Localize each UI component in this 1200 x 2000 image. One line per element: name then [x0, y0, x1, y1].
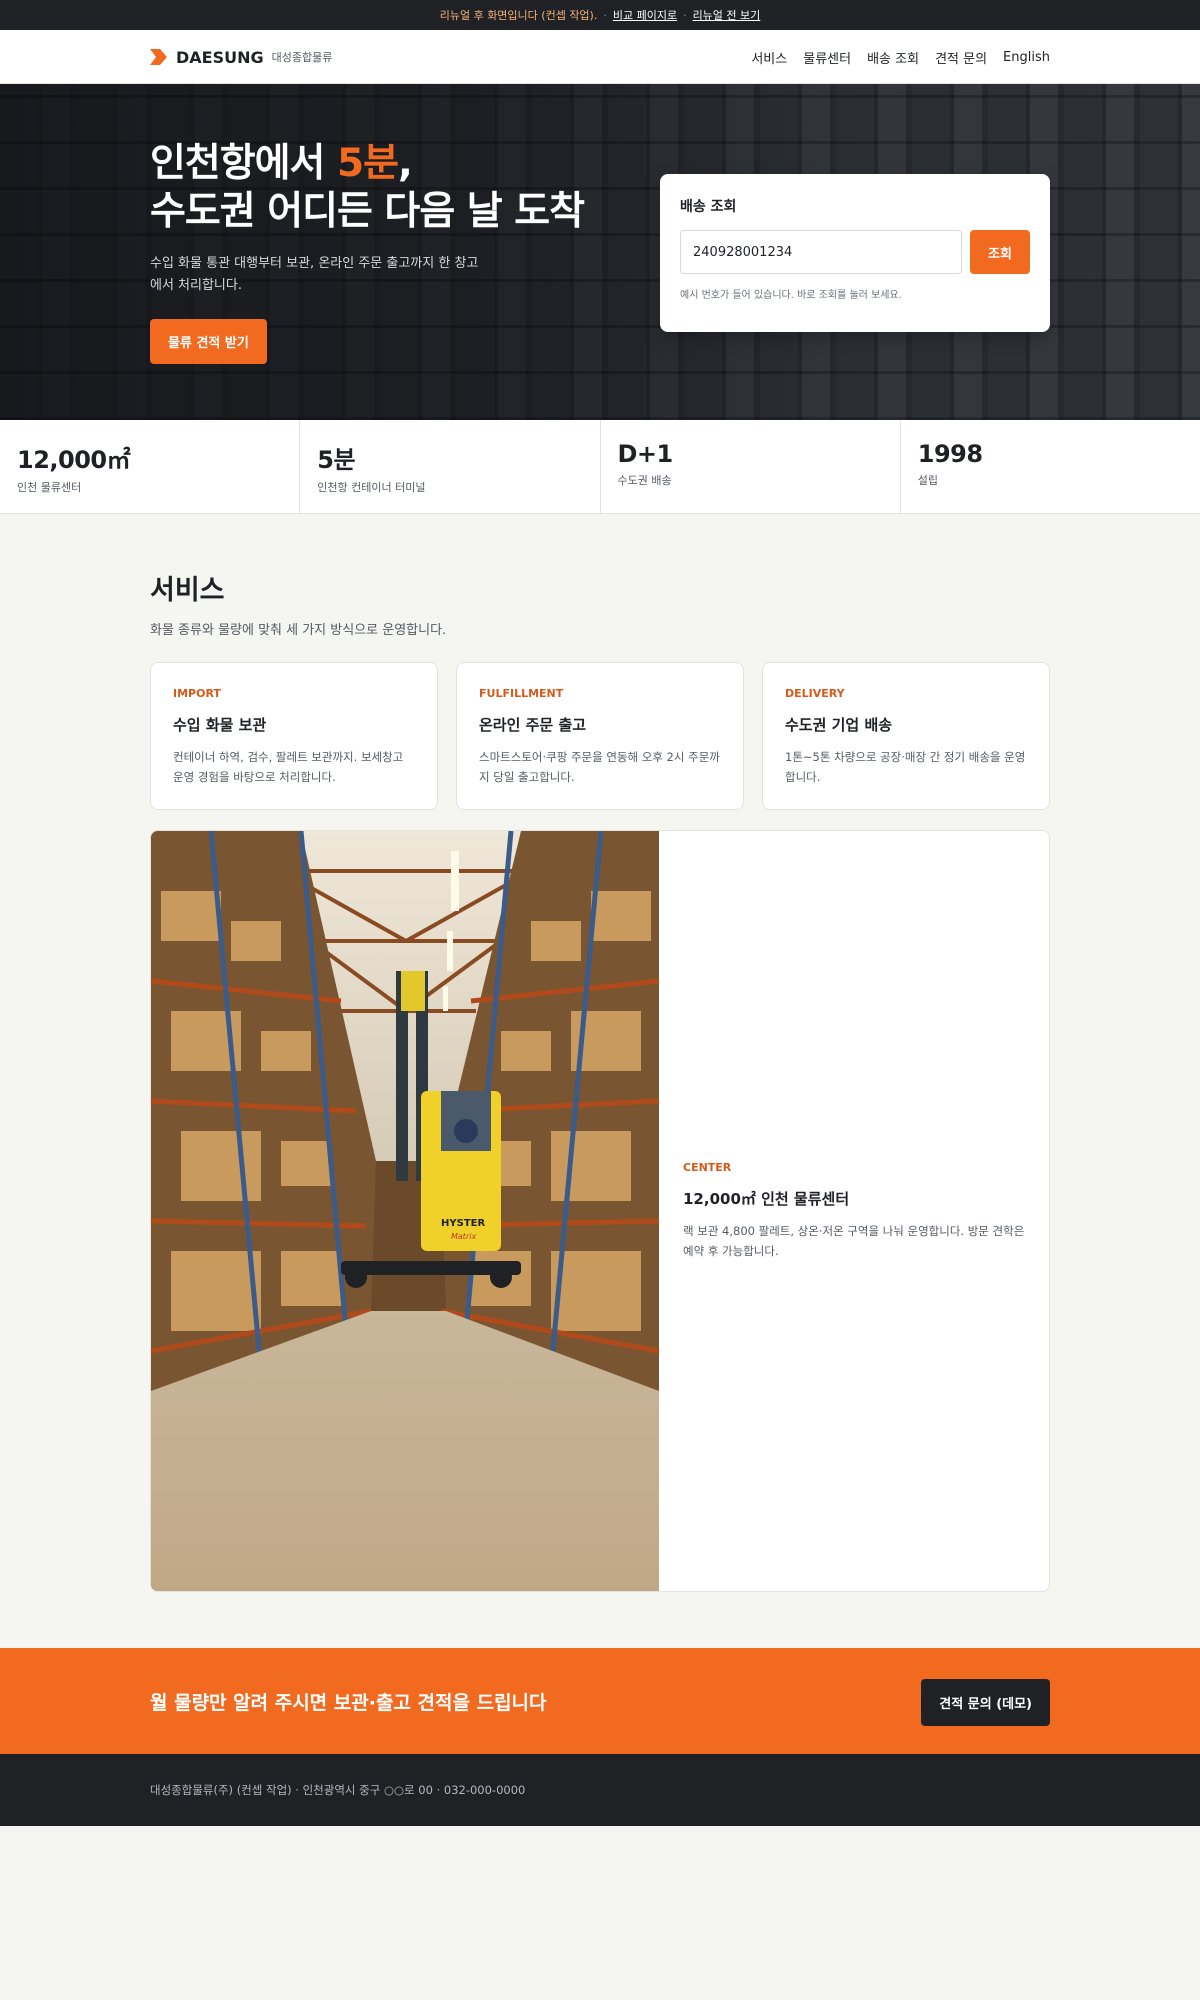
service-card-description: 스마트스토어·쿠팡 주문을 연동해 오후 2시 주문까지 당일 출고합니다.: [479, 750, 720, 785]
hero-title-prefix: 인천항에서: [150, 141, 337, 186]
tracking-search-button[interactable]: 조회: [970, 230, 1030, 274]
hero-description: 수입 화물 통관 대행부터 보관, 온라인 주문 출고까지 한 창고에서 처리합…: [150, 256, 479, 294]
site-logo[interactable]: DAESUNG 대성종합물류: [150, 47, 332, 67]
stats-bar: 12,000㎡ 인천 물류센터 5분 인천항 컨테이너 터미널 D+1 수도권 …: [0, 420, 1200, 514]
services-title: 서비스: [150, 575, 225, 606]
stat-item: D+1 수도권 배송: [601, 420, 901, 513]
service-card-import: IMPORT 수입 화물 보관 컨테이너 하역, 검수, 팔레트 보관까지. 보…: [150, 662, 438, 810]
center-feature: HYSTER Matrix CENTER 12,000㎡ 인천 물류센터 랙 보…: [150, 830, 1050, 1592]
service-card-description: 컨테이너 하역, 검수, 팔레트 보관까지. 보세창고 운영 경험을 바탕으로 …: [173, 750, 404, 785]
hero-title-accent: 5분: [336, 141, 399, 186]
service-card-title: 수도권 기업 배송: [785, 716, 893, 734]
warehouse-photo: HYSTER Matrix: [151, 831, 659, 1591]
stat-label: 인천항 컨테이너 터미널: [317, 481, 426, 494]
stat-item: 5분 인천항 컨테이너 터미널: [300, 420, 601, 513]
nav-item-services[interactable]: 서비스: [751, 48, 787, 67]
logo-name: DAESUNG: [176, 47, 264, 67]
hero-title-line2: 수도권 어디든 다음 날 도착: [150, 188, 585, 234]
stat-label: 수도권 배송: [617, 474, 672, 487]
service-card-description: 1톤~5톤 차량으로 공장·매장 간 정기 배송을 운영합니다.: [785, 750, 1026, 785]
stat-value: 1998: [917, 440, 983, 468]
notice-text: 리뉴얼 후 화면입니다 (컨셉 작업).: [439, 9, 598, 22]
chevron-logo-icon: [150, 49, 167, 65]
nav-item-english[interactable]: English: [1003, 50, 1050, 65]
service-card-tag: FULFILLMENT: [479, 687, 564, 700]
tracking-hint: 예시 번호가 들어 있습니다. 바로 조회를 눌러 보세요.: [680, 290, 902, 301]
stat-item: 12,000㎡ 인천 물류센터: [0, 420, 301, 513]
nav-item-center[interactable]: 물류센터: [803, 48, 851, 67]
stat-value: 12,000㎡: [17, 446, 131, 474]
center-title: 12,000㎡ 인천 물류센터: [683, 1190, 850, 1208]
center-tag: CENTER: [683, 1161, 732, 1174]
notice-separator: ·: [683, 8, 687, 22]
center-description: 랙 보관 4,800 팔레트, 상온·저온 구역을 나눠 운영합니다. 방문 견…: [683, 1224, 1025, 1259]
logo-subtitle: 대성종합물류: [271, 51, 333, 64]
hero-title: 인천항에서 5분, 수도권 어디든 다음 날 도착: [150, 140, 650, 235]
compare-page-link[interactable]: 비교 페이지로: [613, 7, 677, 23]
warehouse-illustration: HYSTER Matrix: [151, 831, 659, 1591]
site-footer: 대성종합물류(주) (컨셉 작업) · 인천광역시 중구 ○○로 00 · 03…: [0, 1754, 1200, 1826]
cta-band: 월 물량만 알려 주시면 보관·출고 견적을 드립니다 견적 문의 (데모): [0, 1648, 1200, 1754]
service-card-tag: IMPORT: [173, 687, 221, 700]
site-header: DAESUNG 대성종합물류 서비스 물류센터 배송 조회 견적 문의 Engl…: [0, 30, 1200, 84]
nav-item-tracking[interactable]: 배송 조회: [867, 48, 919, 67]
notice-separator: ·: [603, 8, 607, 22]
cta-text: 월 물량만 알려 주시면 보관·출고 견적을 드립니다: [150, 1692, 547, 1714]
services-section: 서비스 화물 종류와 물량에 맞춰 세 가지 방식으로 운영합니다. IMPOR…: [150, 568, 1050, 810]
forklift-brand: HYSTER: [441, 1218, 485, 1229]
tracking-form: 조회: [680, 230, 1030, 274]
forklift-model: Matrix: [451, 1232, 476, 1241]
stat-value: 5분: [317, 446, 356, 474]
top-notice-bar: 리뉴얼 후 화면입니다 (컨셉 작업). · 비교 페이지로 · 리뉴얼 전 보…: [0, 0, 1200, 30]
center-text: CENTER 12,000㎡ 인천 물류센터 랙 보관 4,800 팔레트, 상…: [683, 1161, 1033, 1261]
hero-content: 인천항에서 5분, 수도권 어디든 다음 날 도착 수입 화물 통관 대행부터 …: [150, 140, 650, 365]
stat-item: 1998 설립: [901, 420, 1200, 513]
tracking-number-input[interactable]: [680, 230, 962, 274]
service-cards: IMPORT 수입 화물 보관 컨테이너 하역, 검수, 팔레트 보관까지. 보…: [150, 662, 1050, 810]
tracking-title: 배송 조회: [680, 199, 737, 215]
tracking-card: 배송 조회 조회 예시 번호가 들어 있습니다. 바로 조회를 눌러 보세요.: [660, 174, 1050, 332]
get-quote-button[interactable]: 물류 견적 받기: [150, 319, 267, 365]
quote-inquiry-button[interactable]: 견적 문의 (데모): [921, 1679, 1050, 1726]
stat-label: 인천 물류센터: [17, 481, 82, 494]
stat-value: D+1: [617, 440, 674, 468]
hero-section: 인천항에서 5분, 수도권 어디든 다음 날 도착 수입 화물 통관 대행부터 …: [0, 84, 1200, 420]
services-description: 화물 종류와 물량에 맞춰 세 가지 방식으로 운영합니다.: [150, 623, 447, 638]
service-card-fulfillment: FULFILLMENT 온라인 주문 출고 스마트스토어·쿠팡 주문을 연동해 …: [456, 662, 744, 810]
nav-item-quote[interactable]: 견적 문의: [935, 48, 987, 67]
service-card-delivery: DELIVERY 수도권 기업 배송 1톤~5톤 차량으로 공장·매장 간 정기…: [762, 662, 1050, 810]
before-renewal-link[interactable]: 리뉴얼 전 보기: [693, 7, 761, 23]
main-nav: 서비스 물류센터 배송 조회 견적 문의 English: [751, 30, 1050, 84]
service-card-tag: DELIVERY: [785, 687, 845, 700]
hero-title-suffix: ,: [398, 141, 413, 186]
service-card-title: 온라인 주문 출고: [479, 716, 587, 734]
service-card-title: 수입 화물 보관: [173, 716, 267, 734]
stat-label: 설립: [917, 474, 938, 487]
footer-text: 대성종합물류(주) (컨셉 작업) · 인천광역시 중구 ○○로 00 · 03…: [150, 1783, 526, 1797]
